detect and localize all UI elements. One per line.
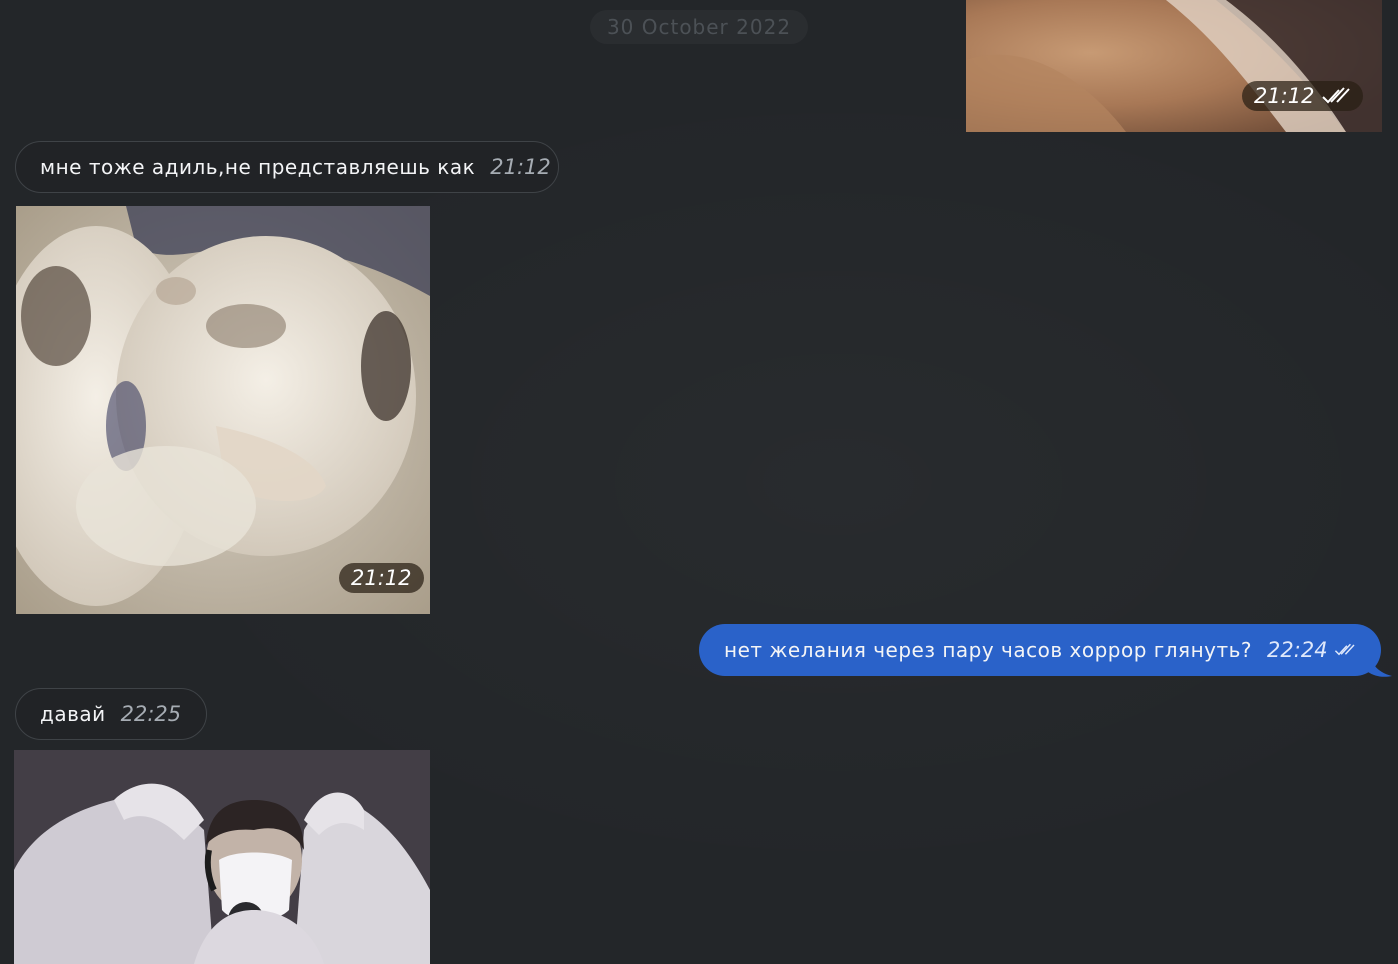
- photo-time: 21:12: [351, 566, 412, 590]
- message-time: 22:24: [1267, 638, 1328, 662]
- incoming-photo-message[interactable]: [14, 750, 430, 964]
- date-separator: 30 October 2022: [590, 10, 808, 44]
- message-text: нет желания через пару часов хоррор глян…: [724, 638, 1253, 662]
- photo-time: 21:12: [1254, 84, 1315, 108]
- incoming-photo-message[interactable]: 21:12: [16, 206, 430, 614]
- incoming-message[interactable]: мне тоже адиль,не представляешь как 21:1…: [15, 141, 559, 193]
- chat-history[interactable]: 30 October 2022 21:12 мне тоже адиль,не …: [0, 0, 1398, 964]
- incoming-message[interactable]: давай 22:25: [15, 688, 207, 740]
- double-check-icon: [1334, 643, 1355, 656]
- message-time: 22:25: [120, 702, 182, 726]
- kittens-kissing-photo: [16, 206, 430, 614]
- message-text: мне тоже адиль,не представляешь как: [40, 155, 476, 179]
- kitten-fur-photo: [966, 0, 1382, 132]
- photo-timestamp: 21:12: [1242, 81, 1363, 111]
- message-text: давай: [40, 702, 106, 726]
- message-time: 21:12: [490, 155, 551, 179]
- double-check-icon: [1321, 87, 1350, 104]
- bubble-tail-icon: [1368, 648, 1392, 677]
- photo-timestamp: 21:12: [339, 563, 424, 593]
- outgoing-photo-message[interactable]: 21:12: [966, 0, 1382, 132]
- outgoing-message[interactable]: нет желания через пару часов хоррор глян…: [699, 624, 1381, 676]
- person-with-microphone-photo: [14, 750, 430, 964]
